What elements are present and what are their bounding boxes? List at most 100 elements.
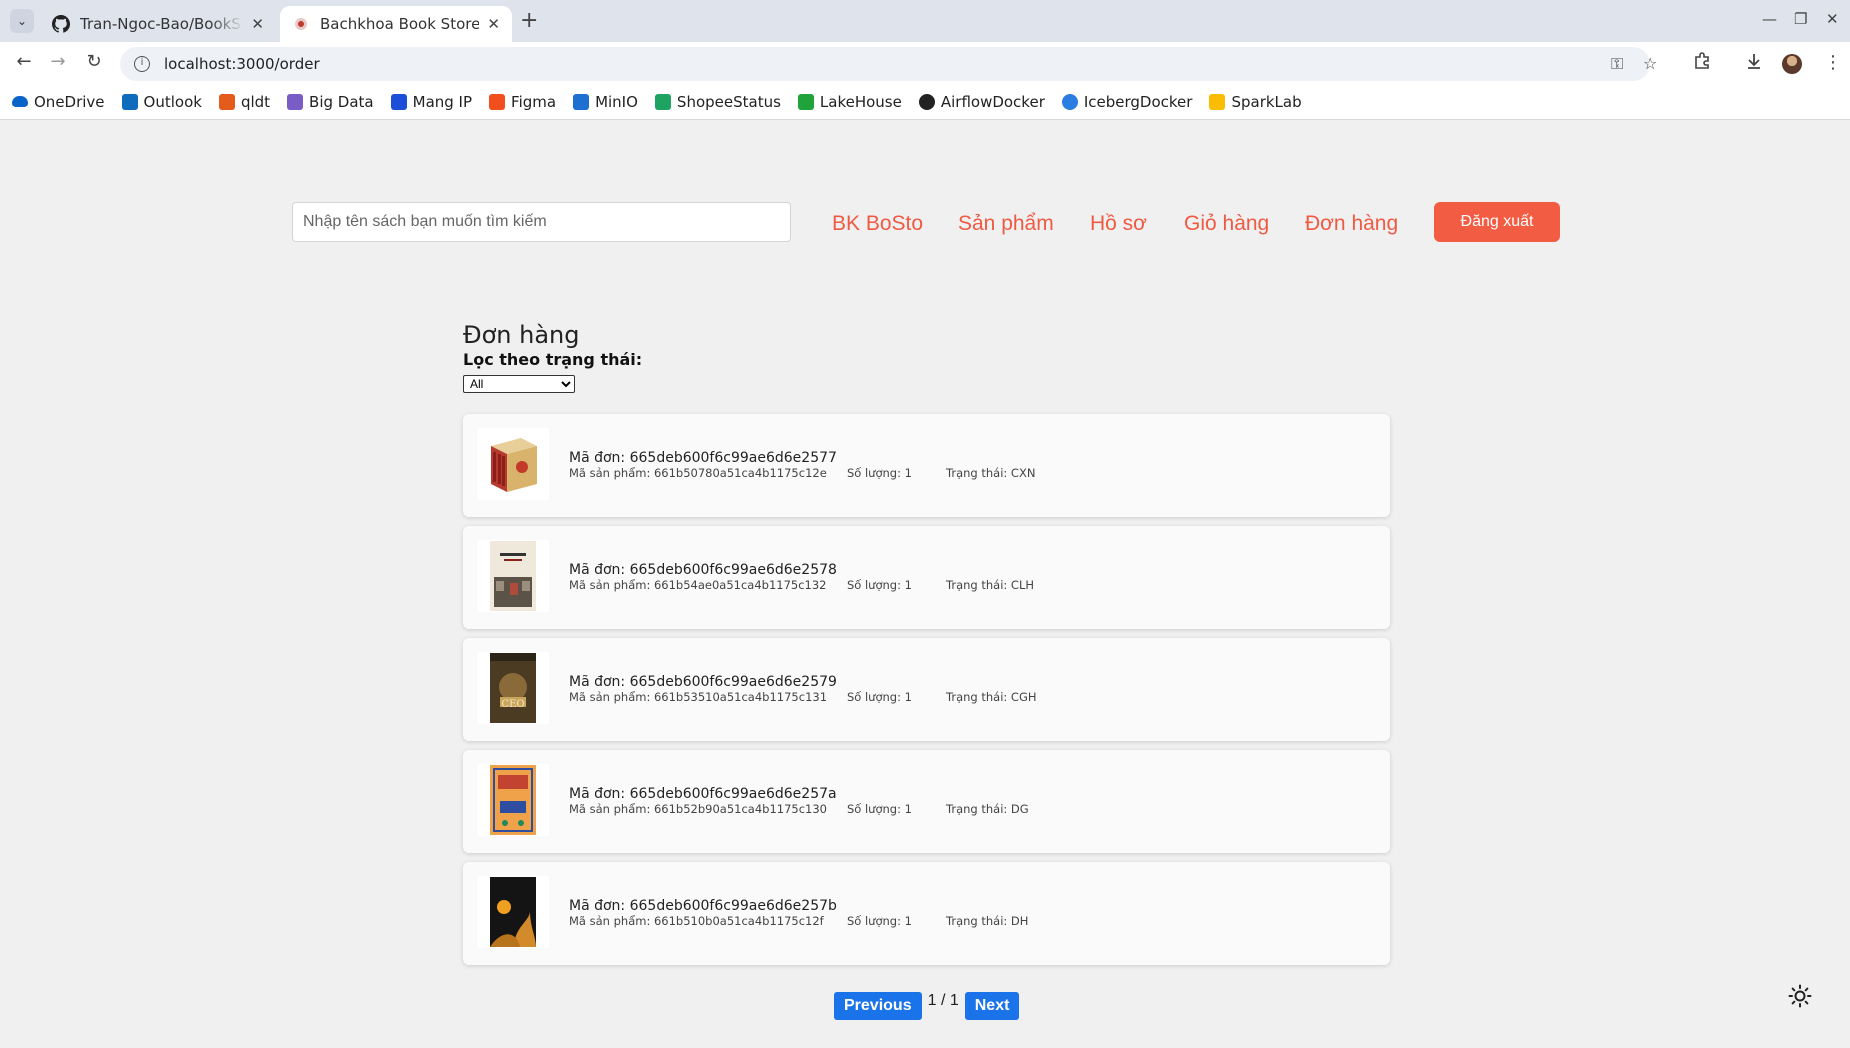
nav-cart-link[interactable]: Giỏ hàng: [1184, 212, 1269, 236]
order-id: Mã đơn: 665deb600f6c99ae6d6e257a: [569, 786, 837, 802]
profile-avatar[interactable]: [1782, 54, 1802, 74]
globe-icon: [1061, 93, 1078, 110]
sparkle-icon: [287, 93, 304, 110]
bookmark-item[interactable]: Figma: [489, 93, 556, 111]
tab-title: Bachkhoa Book Store: [320, 15, 480, 33]
close-tab-icon[interactable]: ✕: [487, 15, 500, 33]
pagination: Previous 1 / 1 Next: [834, 992, 1020, 1020]
nav-profile-link[interactable]: Hồ sơ: [1090, 212, 1147, 236]
close-tab-icon[interactable]: ✕: [251, 15, 264, 33]
bookmark-label: LakeHouse: [819, 92, 902, 111]
site-info-icon[interactable]: i: [134, 56, 150, 72]
tb-icon: [573, 93, 590, 110]
new-tab-plus-icon[interactable]: +: [520, 8, 538, 33]
order-quantity: Số lượng: 1: [847, 690, 912, 704]
tab-bookstore[interactable]: Bachkhoa Book Store ✕: [280, 6, 512, 42]
nav-products-link[interactable]: Sản phẩm: [958, 212, 1054, 236]
bookmark-label: ShopeeStatus: [676, 92, 781, 111]
product-id: Mã sản phẩm: 661b510b0a51ca4b1175c12f: [569, 914, 824, 928]
order-card[interactable]: CEO Mã đơn: 665deb600f6c99ae6d6e2579 Mã sả…: [463, 638, 1390, 741]
address-bar[interactable]: i localhost:3000/order: [120, 47, 1650, 81]
url-text: localhost:3000/order: [164, 55, 320, 73]
order-id: Mã đơn: 665deb600f6c99ae6d6e2578: [569, 562, 837, 578]
bookmark-label: qldt: [240, 92, 271, 111]
order-quantity: Số lượng: 1: [847, 802, 912, 816]
bookmark-item[interactable]: Big Data: [287, 93, 374, 111]
order-status: Trạng thái: CGH: [946, 690, 1037, 704]
github-icon: [52, 15, 70, 33]
forward-arrow-icon[interactable]: →: [46, 51, 70, 72]
sheet-icon: [654, 93, 671, 110]
bookmark-label: Figma: [511, 92, 557, 111]
bookmark-item[interactable]: LakeHouse: [797, 92, 902, 111]
previous-button[interactable]: Previous: [834, 992, 922, 1020]
order-status: Trạng thái: DG: [946, 802, 1029, 816]
bookmark-label: MinIO: [595, 92, 638, 111]
bookmark-item[interactable]: IcebergDocker: [1061, 92, 1193, 111]
order-id: Mã đơn: 665deb600f6c99ae6d6e2577: [569, 450, 837, 466]
order-card[interactable]: Mã đơn: 665deb600f6c99ae6d6e2578 Mã sản p…: [463, 526, 1390, 629]
bookmarks-bar: OneDrive Outlook qldt Big Data Mang IP Figma M…: [0, 84, 1850, 120]
bookmark-item[interactable]: SparkLab: [1209, 93, 1302, 111]
download-icon[interactable]: [1745, 52, 1763, 75]
bookmark-item[interactable]: MinIO: [573, 93, 638, 111]
bookmark-item[interactable]: Outlook: [121, 93, 202, 111]
status-filter-label: Lọc theo trạng thái:: [463, 350, 643, 369]
minimize-icon[interactable]: —: [1762, 10, 1777, 28]
order-quantity: Số lượng: 1: [847, 914, 912, 928]
github-icon: [918, 93, 935, 110]
bookmark-star-icon[interactable]: ☆: [1643, 54, 1657, 73]
bookmark-label: Big Data: [309, 92, 374, 111]
tab-title: Tran-Ngoc-Bao/BookSell: [80, 15, 244, 33]
order-list: Mã đơn: 665deb600f6c99ae6d6e2577 Mã sản p…: [463, 414, 1390, 974]
order-card[interactable]: Mã đơn: 665deb600f6c99ae6d6e257b Mã sản p…: [463, 862, 1390, 965]
menu-kebab-icon[interactable]: ⋮: [1824, 52, 1842, 73]
product-id: Mã sản phẩm: 661b52b90a51ca4b1175c130: [569, 802, 827, 816]
tab-github[interactable]: Tran-Ngoc-Bao/BookSell ✕: [40, 6, 276, 42]
drive-icon: [1209, 93, 1226, 110]
bookmark-item[interactable]: ShopeeStatus: [654, 92, 781, 111]
bookmark-item[interactable]: qldt: [218, 92, 271, 111]
back-arrow-icon[interactable]: ←: [12, 51, 36, 72]
bookmark-label: OneDrive: [34, 92, 105, 111]
bookmark-item[interactable]: Mang IP: [390, 93, 472, 111]
password-key-icon[interactable]: ⚿: [1611, 54, 1623, 74]
order-id: Mã đơn: 665deb600f6c99ae6d6e2579: [569, 674, 837, 690]
book-cover-image: [477, 540, 549, 612]
theme-toggle-sun-icon[interactable]: [1788, 984, 1812, 1014]
book-cover-image: [477, 764, 549, 836]
bookstore-favicon-icon: [292, 15, 310, 33]
svg-text:CEO: CEO: [501, 699, 524, 710]
reload-icon[interactable]: ↻: [82, 51, 106, 72]
order-quantity: Số lượng: 1: [847, 578, 912, 592]
tab-search-chevron-icon[interactable]: ⌄: [10, 9, 34, 33]
book-cover-image: [477, 876, 549, 948]
restore-icon[interactable]: ❐: [1794, 10, 1807, 28]
order-card[interactable]: Mã đơn: 665deb600f6c99ae6d6e257a Mã sản p…: [463, 750, 1390, 853]
bookmark-item[interactable]: AirflowDocker: [918, 93, 1045, 111]
nav-orders-link[interactable]: Đơn hàng: [1305, 212, 1398, 236]
browser-toolbar: ← → ↻ i localhost:3000/order ⚿ ☆ ⋮: [0, 42, 1850, 84]
bookmark-label: IcebergDocker: [1083, 92, 1193, 111]
page-indicator: 1 / 1: [927, 992, 959, 1009]
extensions-puzzle-icon[interactable]: [1693, 52, 1711, 75]
product-id: Mã sản phẩm: 661b53510a51ca4b1175c131: [569, 690, 828, 704]
outlook-icon: [121, 93, 138, 110]
bookmark-item[interactable]: OneDrive: [12, 93, 105, 111]
search-input[interactable]: [292, 202, 791, 242]
d-icon: [390, 93, 407, 110]
browser-tab-bar: ⌄ Tran-Ngoc-Bao/BookSell ✕ Bachkhoa Book…: [0, 0, 1850, 42]
order-status: Trạng thái: CXN: [946, 466, 1036, 480]
qldt-icon: [218, 93, 235, 110]
cloud-icon: [12, 96, 28, 107]
order-card[interactable]: Mã đơn: 665deb600f6c99ae6d6e2577 Mã sản p…: [463, 414, 1390, 517]
nav-brand-link[interactable]: BK BoSto: [832, 212, 923, 236]
next-button[interactable]: Next: [964, 992, 1020, 1020]
status-filter-select[interactable]: All: [463, 375, 575, 393]
close-window-icon[interactable]: ✕: [1826, 10, 1839, 28]
figma-icon: [489, 93, 506, 110]
logout-button[interactable]: Đăng xuất: [1434, 202, 1560, 242]
order-status: Trạng thái: CLH: [946, 578, 1035, 592]
book-cover-image: CEO: [477, 652, 549, 724]
order-id: Mã đơn: 665deb600f6c99ae6d6e257b: [569, 898, 837, 914]
